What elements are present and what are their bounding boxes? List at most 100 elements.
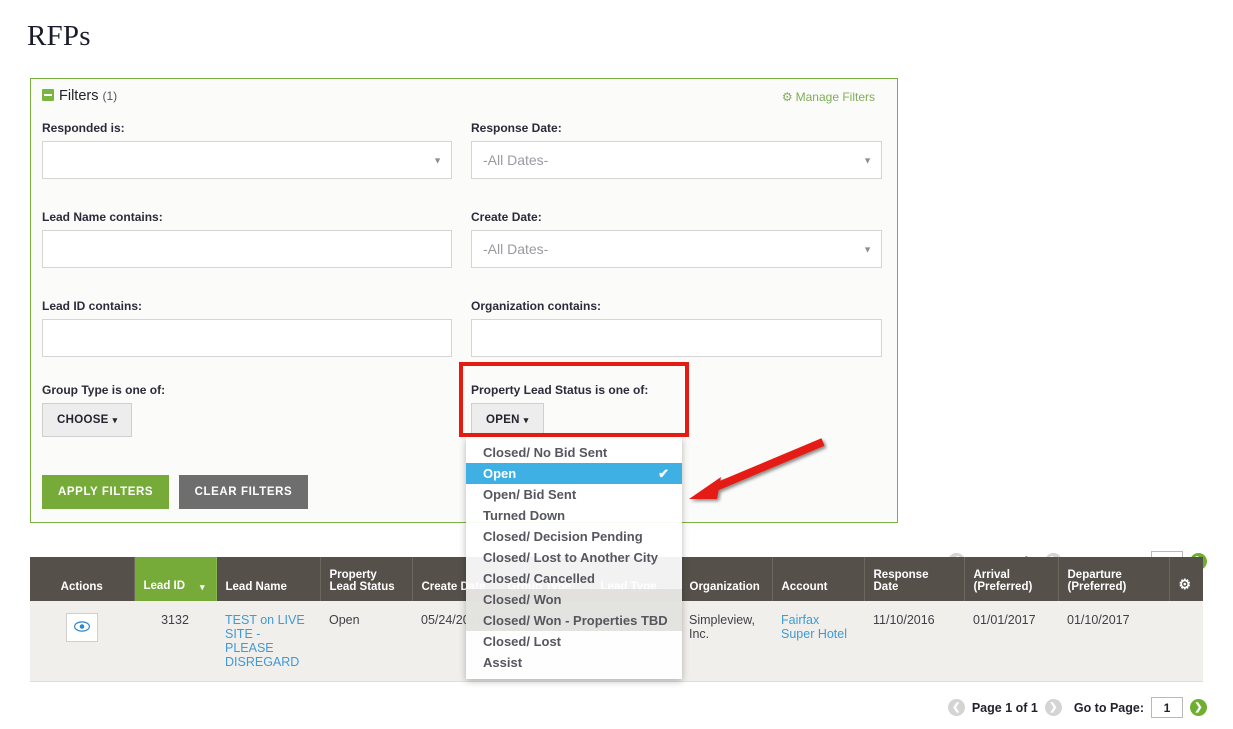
page-indicator: Page 1 of 1 (971, 700, 1038, 715)
field-label: Response Date: (471, 121, 562, 135)
status-option-closed-won[interactable]: Closed/ Won (466, 589, 682, 610)
gear-icon: ⚙ (1178, 576, 1192, 592)
column-header-lead-name[interactable]: Lead Name (216, 557, 321, 601)
filters-header: Filters (1) ⚙ Manage Filters (31, 79, 897, 113)
column-header-response-date[interactable]: Response Date (864, 557, 965, 601)
cell-property-lead-status: Open (320, 601, 412, 682)
manage-filters-link[interactable]: ⚙ Manage Filters (782, 90, 875, 104)
rfps-page: RFPs Filters (1) ⚙ Manage Filters Respond… (0, 0, 1233, 729)
column-label: Lead ID (143, 580, 186, 592)
filter-actions: APPLY FILTERS CLEAR FILTERS (42, 475, 309, 509)
field-label: Responded is: (42, 121, 125, 135)
cell-lead-name: TEST on LIVE SITE - PLEASE DISREGARD (216, 601, 320, 682)
status-option-assist[interactable]: Assist (466, 652, 682, 673)
status-option-label: Closed/ Decision Pending (483, 529, 643, 544)
table-settings-button[interactable]: ⚙ (1169, 557, 1203, 601)
field-label: Lead ID contains: (42, 299, 143, 313)
goto-page-input[interactable] (1151, 697, 1183, 718)
field-label: Lead Name contains: (42, 210, 163, 224)
response-date-select[interactable] (471, 141, 882, 179)
pagination-bottom: ❮ Page 1 of 1 ❯ Go to Page: ❯ (947, 697, 1207, 718)
column-header-property-lead-status[interactable]: Property Lead Status (320, 557, 413, 601)
column-header-actions[interactable]: Actions (30, 557, 135, 601)
group-type-dropdown-button[interactable]: CHOOSE ▾ (42, 403, 133, 437)
status-option-label: Closed/ No Bid Sent (483, 445, 608, 460)
view-lead-button[interactable] (66, 613, 98, 642)
status-option-open[interactable]: Open ✔ (466, 463, 682, 484)
organization-contains-input[interactable] (471, 319, 882, 357)
responded-is-select[interactable] (42, 141, 452, 179)
field-create-date: Create Date: ▼ (471, 210, 882, 268)
group-type-button-label: CHOOSE (57, 414, 109, 426)
minus-square-icon[interactable] (42, 89, 54, 101)
lead-name-contains-input[interactable] (42, 230, 452, 268)
lead-id-contains-input[interactable] (42, 319, 452, 357)
gear-icon: ⚙ (781, 90, 793, 104)
status-option-closed-lost-to-another-city[interactable]: Closed/ Lost to Another City (466, 547, 682, 568)
status-option-label: Open/ Bid Sent (483, 487, 577, 502)
field-label: Property Lead Status is one of: (471, 383, 649, 397)
go-button[interactable]: ❯ (1190, 699, 1207, 716)
prev-page-button[interactable]: ❮ (947, 699, 965, 716)
account-link[interactable]: Fairfax Super Hotel (781, 613, 847, 641)
status-option-label: Closed/ Won - Properties TBD (483, 613, 668, 628)
status-option-label: Closed/ Lost (483, 634, 562, 649)
status-option-closed-no-bid-sent[interactable]: Closed/ No Bid Sent (466, 442, 682, 463)
column-header-lead-id[interactable]: Lead ID ▾ (134, 557, 217, 601)
field-label: Group Type is one of: (42, 383, 166, 397)
field-label: Create Date: (471, 210, 542, 224)
field-responded-is: Responded is: ▼ (42, 121, 452, 179)
cell-lead-id: 3132 (134, 601, 216, 682)
cell-actions (30, 601, 134, 682)
property-lead-status-dropdown-button[interactable]: OPEN ▾ (471, 403, 544, 437)
cell-departure: 01/10/2017 (1058, 601, 1169, 682)
cell-account: Fairfax Super Hotel (772, 601, 864, 682)
status-option-label: Turned Down (483, 508, 566, 523)
status-option-label: Closed/ Cancelled (483, 571, 595, 586)
apply-filters-button[interactable]: APPLY FILTERS (42, 475, 170, 509)
property-lead-status-button-label: OPEN (486, 414, 520, 426)
status-option-closed-cancelled[interactable]: Closed/ Cancelled (466, 568, 682, 589)
status-option-label: Open (483, 466, 517, 481)
status-option-closed-decision-pending[interactable]: Closed/ Decision Pending (466, 526, 682, 547)
filters-label: Filters (59, 88, 99, 104)
next-page-button[interactable]: ❯ (1044, 699, 1062, 716)
cell-response-date: 11/10/2016 (864, 601, 964, 682)
filters-title[interactable]: Filters (1) (42, 88, 117, 104)
field-property-lead-status: Property Lead Status is one of: OPEN ▾ (471, 383, 701, 437)
create-date-select[interactable] (471, 230, 882, 268)
clear-filters-button[interactable]: CLEAR FILTERS (178, 475, 309, 509)
cell-organization: Simpleview, Inc. (680, 601, 772, 682)
column-header-account[interactable]: Account (772, 557, 865, 601)
status-option-closed-won-properties-tbd[interactable]: Closed/ Won - Properties TBD (466, 610, 682, 631)
manage-filters-label: Manage Filters (795, 90, 875, 104)
sort-descending-icon: ▾ (199, 582, 205, 592)
field-lead-id-contains: Lead ID contains: (42, 299, 452, 357)
filters-count: (1) (102, 89, 118, 103)
status-option-label: Closed/ Won (483, 592, 562, 607)
column-header-organization[interactable]: Organization (680, 557, 773, 601)
lead-name-link[interactable]: TEST on LIVE SITE - PLEASE DISREGARD (225, 613, 305, 669)
status-option-label: Closed/ Lost to Another City (483, 550, 659, 565)
check-icon: ✔ (658, 466, 669, 481)
filters-panel: Filters (1) ⚙ Manage Filters Responded is… (30, 78, 898, 523)
select-wrapper: ▼ (42, 141, 452, 179)
cell-arrival: 01/01/2017 (964, 601, 1058, 682)
page-title: RFPs (27, 20, 91, 52)
field-response-date: Response Date: ▼ (471, 121, 882, 179)
status-option-turned-down[interactable]: Turned Down (466, 505, 682, 526)
select-wrapper: ▼ (471, 230, 882, 268)
property-lead-status-menu[interactable]: Closed/ No Bid Sent Open ✔ Open/ Bid Sent Tu… (466, 437, 682, 679)
column-header-arrival[interactable]: Arrival (Preferred) (964, 557, 1059, 601)
cell-spacer (1169, 601, 1203, 682)
select-wrapper: ▼ (471, 141, 882, 179)
field-label: Organization contains: (471, 299, 602, 313)
status-option-open-bid-sent[interactable]: Open/ Bid Sent (466, 484, 682, 505)
column-header-departure[interactable]: Departure (Preferred) (1058, 557, 1170, 601)
caret-down-icon: ▾ (523, 415, 529, 425)
status-option-closed-lost[interactable]: Closed/ Lost (466, 631, 682, 652)
field-group-type: Group Type is one of: CHOOSE ▾ (42, 383, 262, 437)
field-organization-contains: Organization contains: (471, 299, 882, 357)
caret-down-icon: ▾ (112, 415, 118, 425)
eye-icon (73, 621, 91, 632)
